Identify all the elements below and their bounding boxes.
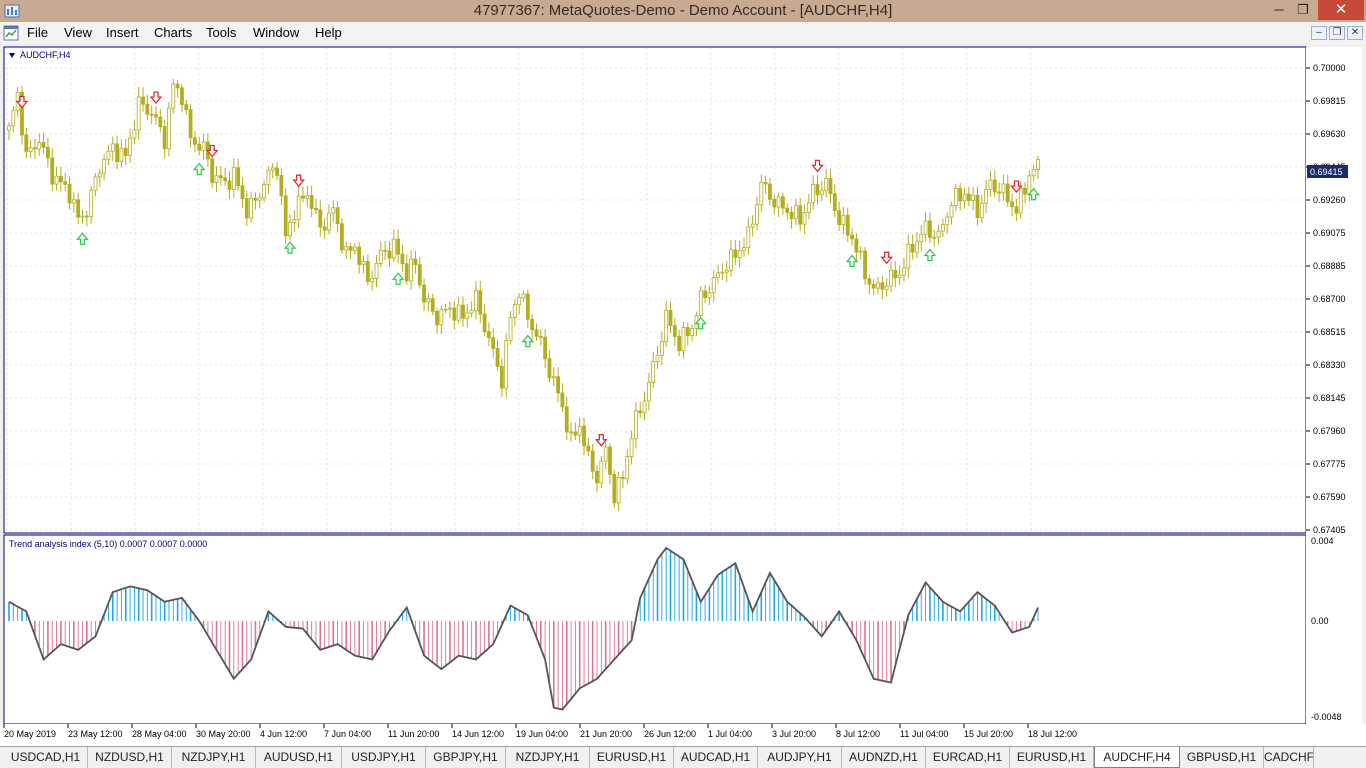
price-label: 0.68145: [1313, 393, 1346, 403]
menu-file[interactable]: File: [27, 25, 48, 41]
time-label: 14 Jun 12:00: [452, 729, 504, 739]
price-label: 0.69815: [1313, 96, 1346, 106]
chart-tab-gbpusd-h1[interactable]: GBPUSD,H1: [1180, 747, 1264, 768]
time-label: 28 May 04:00: [132, 729, 187, 739]
menu-insert[interactable]: Insert: [106, 25, 139, 41]
time-label: 1 Jul 04:00: [708, 729, 752, 739]
chart-tab-audusd-h1[interactable]: AUDUSD,H1: [256, 747, 342, 768]
restore-button[interactable]: ❐: [1292, 0, 1314, 20]
current-price-text: 0.69415: [1310, 167, 1343, 177]
time-label: 20 May 2019: [4, 729, 56, 739]
time-label: 21 Jun 20:00: [580, 729, 632, 739]
time-label: 15 Jul 20:00: [964, 729, 1013, 739]
chart-tab-usdjpy-h1[interactable]: USDJPY,H1: [342, 747, 426, 768]
candle: [612, 469, 617, 509]
indicator-scale-label: 0.004: [1311, 536, 1334, 546]
menu-bar: File View Insert Charts Tools Window Hel…: [0, 22, 1366, 44]
price-label: 0.68515: [1313, 327, 1346, 337]
time-label: 4 Jun 12:00: [260, 729, 307, 739]
menu-view[interactable]: View: [64, 25, 92, 41]
symbol-label: AUDCHF,H4: [20, 50, 71, 60]
candle: [283, 188, 288, 245]
menu-tools[interactable]: Tools: [206, 25, 236, 41]
menu-help[interactable]: Help: [315, 25, 342, 41]
close-button[interactable]: ✕: [1318, 0, 1364, 20]
chart-tab-nzdjpy-h1[interactable]: NZDJPY,H1: [172, 747, 256, 768]
menu-window[interactable]: Window: [253, 25, 299, 41]
candle: [167, 102, 171, 157]
chart-tab-audnzd-h1[interactable]: AUDNZD,H1: [842, 747, 926, 768]
price-label: 0.70000: [1313, 63, 1346, 73]
candle: [504, 333, 509, 398]
price-label: 0.67590: [1313, 492, 1346, 502]
chart-tab-nzdjpy-h1[interactable]: NZDJPY,H1: [506, 747, 590, 768]
time-label: 11 Jul 04:00: [900, 729, 948, 739]
mdi-close-button[interactable]: ✕: [1347, 26, 1363, 40]
chart-tab-audchf-h4[interactable]: AUDCHF,H4: [1094, 747, 1180, 768]
chart-tab-gbpjpy-h1[interactable]: GBPJPY,H1: [426, 747, 506, 768]
chart-tab-eurusd-h1[interactable]: EURUSD,H1: [590, 747, 674, 768]
chart-tab-usdcad-h1[interactable]: USDCAD,H1: [4, 747, 88, 768]
indicator-scale-label: -0.0048: [1311, 712, 1342, 722]
indicator-label: Trend analysis index (5,10) 0.0007 0.000…: [9, 539, 207, 549]
current-price-tag: 0.69415: [1307, 165, 1348, 178]
time-label: 7 Jun 04:00: [324, 729, 371, 739]
minimize-button[interactable]: ─: [1268, 0, 1290, 20]
time-label: 11 Jun 20:00: [388, 729, 439, 739]
mdi-restore-button[interactable]: ❐: [1329, 26, 1345, 40]
chart-tab-eurcad-h1[interactable]: EURCAD,H1: [926, 747, 1010, 768]
price-label: 0.68700: [1313, 294, 1346, 304]
menu-charts[interactable]: Charts: [154, 25, 192, 41]
chart-window-icon[interactable]: [3, 25, 19, 41]
time-label: 8 Jul 12:00: [836, 729, 880, 739]
mdi-minimize-button[interactable]: –: [1311, 26, 1327, 40]
time-label: 18 Jul 12:00: [1028, 729, 1077, 739]
price-label: 0.68885: [1313, 261, 1346, 271]
title-bar: 47977367: MetaQuotes-Demo - Demo Account…: [0, 0, 1366, 22]
chart-tab-cadchf-h1[interactable]: CADCHF,H1: [1264, 747, 1314, 768]
time-label: 30 May 20:00: [196, 729, 251, 739]
price-label: 0.69260: [1313, 195, 1346, 205]
time-label: 26 Jun 12:00: [644, 729, 696, 739]
indicator-scale-label: 0.00: [1311, 616, 1329, 626]
price-label: 0.67960: [1313, 426, 1346, 436]
time-label: 23 May 12:00: [68, 729, 123, 739]
chart-tab-eurusd-h1[interactable]: EURUSD,H1: [1010, 747, 1094, 768]
chart-tab-audcad-h1[interactable]: AUDCAD,H1: [674, 747, 758, 768]
chart-canvas[interactable]: AUDCHF,H4 Trend analysis index (5,10) 0.…: [0, 44, 1366, 746]
chart-window[interactable]: AUDCHF,H4 Trend analysis index (5,10) 0.…: [0, 44, 1366, 746]
chart-tab-bar: USDCAD,H1 NZDUSD,H1 NZDJPY,H1 AUDUSD,H1 USDJ…: [0, 746, 1366, 768]
chart-tab-audjpy-h1[interactable]: AUDJPY,H1: [758, 747, 842, 768]
price-label: 0.69075: [1313, 228, 1346, 238]
candle: [171, 78, 176, 114]
price-label: 0.67405: [1313, 525, 1346, 535]
price-label: 0.68330: [1313, 360, 1346, 370]
price-label: 0.67775: [1313, 459, 1346, 469]
chart-tab-nzdusd-h1[interactable]: NZDUSD,H1: [88, 747, 172, 768]
window-title: 47977367: MetaQuotes-Demo - Demo Account…: [473, 2, 893, 19]
time-label: 19 Jun 04:00: [516, 729, 568, 739]
price-label: 0.69630: [1313, 129, 1346, 139]
time-label: 3 Jul 20:00: [772, 729, 816, 739]
